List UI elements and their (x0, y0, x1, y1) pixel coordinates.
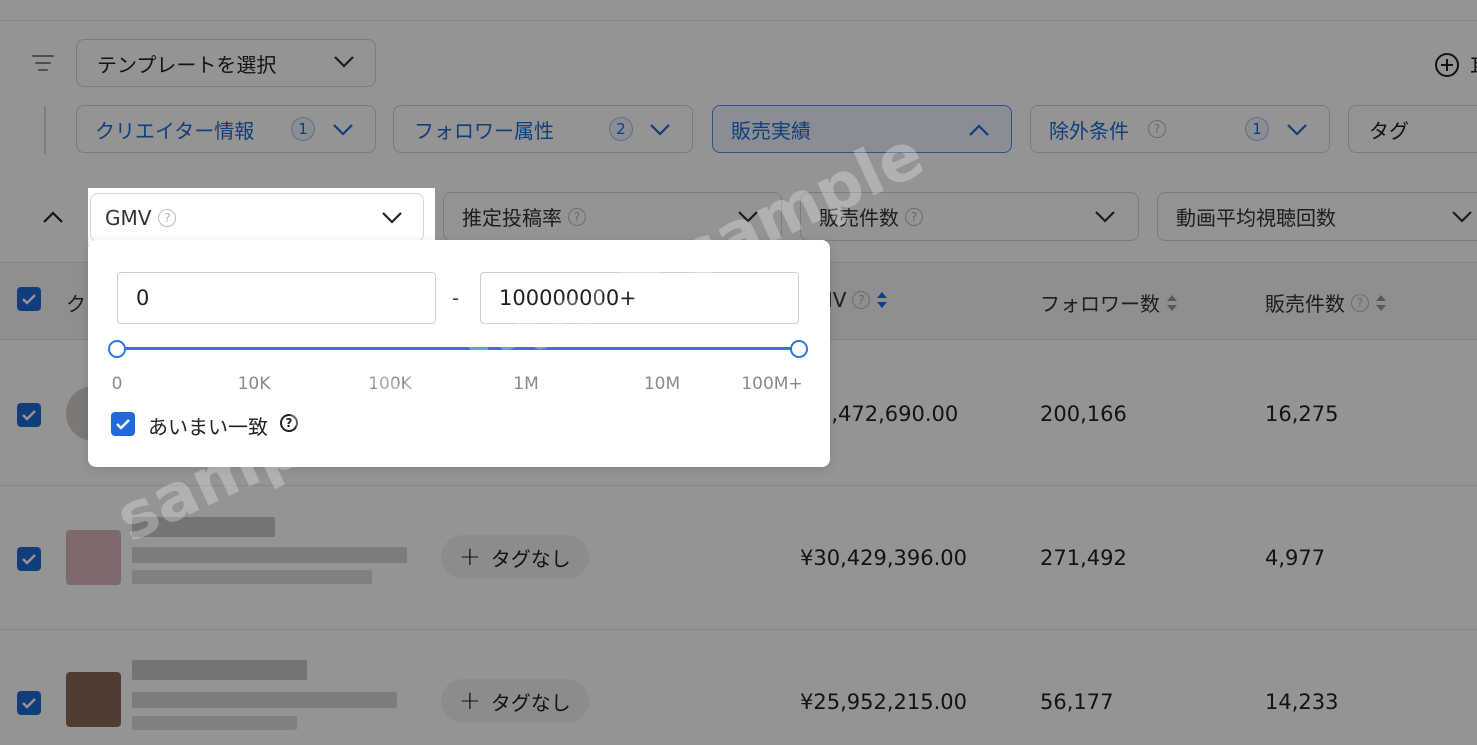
sort-icon[interactable] (1375, 293, 1387, 313)
chevron-up-icon (969, 124, 989, 136)
add-tag-button[interactable]: + タグなし (441, 535, 589, 579)
category-creator-info[interactable]: クリエイター情報 1 (76, 105, 376, 153)
count-badge: 1 (1245, 117, 1269, 141)
followers-cell: 200,166 (1040, 402, 1127, 426)
column-creator[interactable]: ク (66, 288, 86, 317)
avatar (66, 672, 121, 727)
plus-icon: + (459, 686, 481, 716)
add-tag-button[interactable]: + タグなし (441, 679, 589, 723)
select-all-checkbox[interactable] (17, 287, 41, 311)
metric-label: 販売件数 (819, 206, 899, 230)
slider-tick-label: 100M+ (741, 374, 803, 394)
range-slider-track[interactable] (117, 347, 799, 350)
collapse-chevron-up-icon[interactable] (42, 210, 64, 224)
row-divider (0, 485, 1477, 486)
redacted-name (132, 517, 275, 537)
chevron-down-icon (333, 124, 353, 136)
tag-label: タグなし (490, 546, 571, 571)
category-label: フォロワー属性 (414, 118, 554, 143)
category-exclusion-conditions[interactable]: 除外条件 ? 1 (1030, 105, 1330, 153)
category-follower-attributes[interactable]: フォロワー属性 2 (393, 105, 693, 153)
template-select-label: テンプレートを選択 (97, 52, 277, 77)
followers-cell: 271,492 (1040, 546, 1127, 570)
metric-dropdown-avg-views[interactable]: 動画平均視聴回数 (1157, 192, 1477, 241)
category-sales-performance[interactable]: 販売実績 (712, 105, 1012, 153)
max-value-input[interactable]: 100000000+ (480, 272, 799, 324)
chevron-down-icon (738, 211, 758, 223)
metric-label: GMV (105, 205, 152, 230)
help-icon[interactable]: ? (852, 291, 871, 309)
sort-icon[interactable] (876, 290, 888, 310)
column-sales[interactable]: 販売件数 ? (1265, 288, 1387, 317)
chevron-down-icon (650, 124, 670, 136)
filter-list-icon[interactable] (31, 53, 55, 73)
row-divider (0, 629, 1477, 630)
column-label: 販売件数 (1265, 292, 1345, 316)
range-separator: - (452, 286, 460, 310)
fuzzy-match-label: あいまい一致 (148, 415, 268, 439)
help-icon[interactable]: ? (905, 207, 923, 226)
slider-tick-label: 10K (237, 374, 271, 394)
gmv-cell: ¥25,952,215.00 (800, 690, 967, 714)
slider-tick-label: 1M (513, 374, 539, 394)
add-button[interactable]: 耳 (1434, 50, 1477, 79)
slider-tick-label: 100K (368, 374, 412, 394)
gmv-cell: ¥30,429,396.00 (800, 546, 967, 570)
redacted-text (132, 547, 407, 563)
top-divider (0, 20, 1477, 21)
metric-label: 動画平均視聴回数 (1176, 206, 1336, 230)
add-button-label: 耳 (1470, 50, 1477, 79)
metric-dropdown-sales-count[interactable]: 販売件数 ? (800, 192, 1139, 241)
slider-tick-label: 10M (643, 374, 681, 394)
slider-max-handle[interactable] (790, 340, 808, 358)
metric-dropdown-gmv[interactable]: GMV ? (90, 193, 424, 242)
slider-tick-label: 0 (111, 374, 123, 394)
min-value-input[interactable]: 0 (117, 272, 436, 324)
template-select[interactable]: テンプレートを選択 (76, 39, 376, 87)
category-tag[interactable]: タグ (1348, 105, 1477, 153)
row-checkbox[interactable] (17, 403, 41, 427)
chevron-down-icon (382, 212, 402, 224)
gmv-range-popup: 0 - 100000000+ 0 10K 100K 1M 10M 100M+ あ… (88, 240, 830, 467)
metric-dropdown-post-rate[interactable]: 推定投稿率 ? (443, 192, 782, 241)
sales-cell: 16,275 (1265, 402, 1339, 426)
chevron-down-icon (334, 56, 354, 68)
row-checkbox[interactable] (17, 691, 41, 715)
slider-min-handle[interactable] (108, 340, 126, 358)
column-label: フォロワー数 (1040, 292, 1160, 316)
check-icon (116, 419, 130, 430)
count-badge: 2 (609, 117, 633, 141)
followers-cell: 56,177 (1040, 690, 1114, 714)
category-label: 販売実績 (731, 118, 811, 143)
help-icon[interactable]: ? (158, 208, 177, 227)
tag-label: タグなし (490, 690, 571, 715)
count-badge: 1 (291, 117, 315, 141)
vertical-divider (44, 106, 46, 154)
help-icon[interactable]: ? (1148, 120, 1166, 138)
redacted-text (132, 570, 372, 584)
category-label: 除外条件 (1049, 118, 1129, 143)
column-followers[interactable]: フォロワー数 (1040, 288, 1178, 317)
plus-icon: + (459, 542, 481, 572)
help-icon[interactable]: ? (568, 207, 586, 226)
help-icon[interactable]: ? (1351, 293, 1369, 312)
redacted-name (132, 660, 307, 680)
redacted-text (132, 716, 297, 730)
metric-label: 推定投稿率 (462, 206, 562, 230)
plus-circle-icon (1435, 52, 1459, 77)
help-icon[interactable]: ? (280, 414, 298, 432)
category-label: タグ (1369, 118, 1409, 143)
sales-cell: 14,233 (1265, 690, 1339, 714)
avatar (66, 530, 121, 585)
chevron-down-icon (1287, 124, 1307, 136)
sales-cell: 4,977 (1265, 546, 1326, 570)
redacted-text (132, 692, 397, 708)
fuzzy-match-checkbox[interactable] (111, 412, 135, 436)
chevron-down-icon (1095, 211, 1115, 223)
sort-icon[interactable] (1166, 293, 1178, 313)
row-checkbox[interactable] (17, 547, 41, 571)
chevron-down-icon (1452, 211, 1472, 223)
category-label: クリエイター情報 (95, 118, 255, 143)
gmv-cell: 8,472,690.00 (818, 402, 959, 426)
